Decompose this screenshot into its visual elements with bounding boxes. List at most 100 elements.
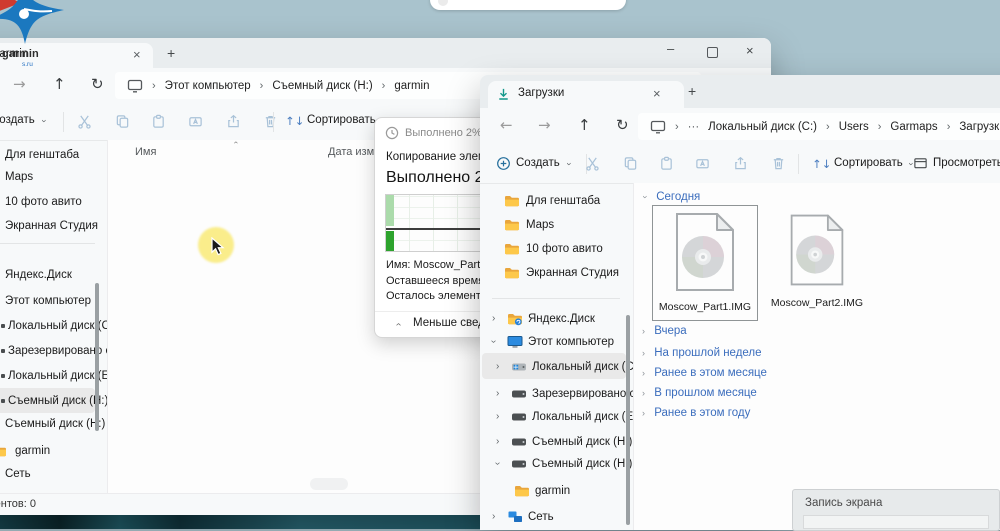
create-dropdown-icon[interactable]: › (40, 120, 50, 123)
chevron-right-icon: › (382, 80, 386, 92)
breadcrumb-this-pc[interactable]: Этот компьютер (165, 80, 251, 92)
rename-icon[interactable] (188, 114, 203, 129)
sidebar-divider (0, 243, 95, 244)
sidebar-scrollbar[interactable] (626, 315, 630, 525)
chart-bar-light (386, 195, 394, 226)
new-tab-button[interactable]: + (688, 83, 696, 99)
chevron-down-icon[interactable]: › (492, 462, 503, 465)
delete-icon[interactable] (263, 114, 278, 129)
drive-icon (1, 349, 5, 353)
sort-arrows-icon[interactable]: ↑↓ (812, 157, 831, 171)
column-sort-arrow-icon: › (231, 141, 240, 144)
group-header-yesterday[interactable]: › Вчера (642, 325, 687, 337)
tab-close-icon[interactable]: × (653, 86, 661, 101)
cut-icon[interactable] (77, 114, 92, 129)
nav-refresh-button[interactable]: ↻ (91, 75, 104, 93)
create-plus-icon[interactable] (496, 156, 511, 171)
record-panel-field[interactable] (803, 515, 989, 529)
tab-strip: garmin × + – × (0, 38, 771, 68)
tab-downloads[interactable]: Загрузки × (488, 81, 684, 108)
chevron-right-icon[interactable]: › (496, 411, 499, 422)
monitor-icon (650, 119, 666, 135)
paste-icon[interactable] (151, 114, 166, 129)
nav-up-button[interactable]: ↑ (578, 116, 591, 134)
chevron-right-icon[interactable]: › (492, 313, 495, 324)
group-header-last-week[interactable]: › На прошлой неделе (642, 347, 762, 359)
breadcrumb-garmaps[interactable]: Garmaps (890, 121, 937, 133)
paste-icon[interactable] (659, 156, 674, 171)
sidebar-scrollbar[interactable] (95, 283, 99, 431)
view-icon[interactable] (913, 156, 928, 171)
monitor-icon (127, 78, 143, 94)
toolbar-separator (63, 112, 64, 132)
file-tile-moscow-part1[interactable]: Moscow_Part1.IMG (652, 205, 758, 321)
minimize-button[interactable]: – (667, 41, 674, 56)
group-header-today[interactable]: › Сегодня (644, 191, 700, 203)
computer-icon (507, 334, 523, 350)
chevron-right-icon[interactable]: › (496, 388, 499, 399)
screen-record-panel[interactable]: Запись экрана (792, 489, 1000, 531)
breadcrumb-downloads[interactable]: Загрузки (959, 121, 1000, 133)
tab-close-icon[interactable]: × (133, 47, 141, 62)
group-header-earlier-this-year[interactable]: › Ранее в этом году (642, 407, 750, 419)
chevron-right-icon: › (642, 348, 645, 358)
sort-button[interactable]: Сортировать (307, 114, 376, 126)
create-button[interactable]: Создать (516, 157, 560, 169)
nav-refresh-button[interactable]: ↻ (616, 116, 629, 134)
nav-up-button[interactable]: ↑ (53, 75, 66, 93)
drive-icon (511, 434, 527, 450)
copy-icon[interactable] (623, 156, 638, 171)
group-header-last-month[interactable]: › В прошлом месяце (642, 387, 757, 399)
breadcrumb-ellipsis[interactable]: ··· (688, 121, 700, 133)
chevron-right-icon[interactable]: › (492, 511, 495, 522)
mouse-cursor (211, 237, 225, 256)
breadcrumb-removable-h[interactable]: Съемный диск (H:) (272, 80, 372, 92)
widget-circle-icon (438, 0, 448, 6)
explorer-window-downloads: Загрузки × + ← → ↑ ↻ › ··· Локальный дис… (480, 75, 1000, 530)
create-dropdown-icon[interactable]: › (565, 163, 575, 166)
nav-back-button[interactable]: ← (500, 116, 513, 134)
group-label: Сегодня (656, 191, 700, 203)
folder-icon (504, 193, 520, 209)
share-icon[interactable] (733, 156, 748, 171)
chevron-right-icon: › (947, 121, 951, 133)
clock-icon (385, 126, 399, 140)
view-button[interactable]: Просмотреть (933, 157, 1000, 169)
chevron-down-icon[interactable]: › (488, 340, 499, 343)
tab-label: Загрузки (518, 87, 564, 99)
file-name: Moscow_Part2.IMG (767, 297, 867, 309)
chevron-down-icon: › (641, 196, 651, 199)
chart-bar-dark (386, 231, 394, 251)
folder-icon (504, 241, 520, 257)
folder-icon (504, 265, 520, 281)
nav-forward-button[interactable]: → (13, 75, 26, 93)
delete-icon[interactable] (771, 156, 786, 171)
status-item-count: Элементов: 0 (0, 498, 36, 510)
group-header-earlier-this-month[interactable]: › Ранее в этом месяце (642, 367, 767, 379)
chevron-right-icon[interactable]: › (496, 361, 499, 372)
close-window-button[interactable]: × (746, 43, 754, 58)
rename-icon[interactable] (695, 156, 710, 171)
sort-button[interactable]: Сортировать (834, 157, 903, 169)
breadcrumb-garmin[interactable]: garmin (394, 80, 429, 92)
share-icon[interactable] (226, 114, 241, 129)
cut-icon[interactable] (585, 156, 600, 171)
file-tile-moscow-part2[interactable]: Moscow_Part2.IMG (767, 209, 867, 316)
breadcrumb-users[interactable]: Users (839, 121, 869, 133)
column-header-name[interactable]: Имя (135, 146, 156, 158)
nav-forward-button[interactable]: → (538, 116, 551, 134)
breadcrumb[interactable]: › ··· Локальный диск (C:) › Users › Garm… (638, 113, 1000, 140)
chevron-right-icon[interactable]: › (496, 436, 499, 447)
maximize-button[interactable] (707, 47, 718, 58)
drive-icon (1, 374, 5, 378)
file-list-area: › Сегодня Moscow_Part1.IMG Moscow_Part2.… (634, 183, 1000, 530)
breadcrumb-disk-c[interactable]: Локальный диск (C:) (708, 121, 817, 133)
sort-arrows-icon[interactable]: ↑↓ (285, 114, 304, 128)
horizontal-scrollbar-thumb[interactable] (310, 478, 348, 490)
tab-strip: Загрузки × + (480, 75, 1000, 108)
new-tab-button[interactable]: + (167, 45, 175, 61)
recorder-toolbar-widget[interactable]: › (430, 0, 626, 10)
toolbar: Создать › ↑↓ Сортировать › Просмотреть › (480, 145, 1000, 184)
create-button[interactable]: Создать (0, 114, 35, 126)
copy-icon[interactable] (115, 114, 130, 129)
